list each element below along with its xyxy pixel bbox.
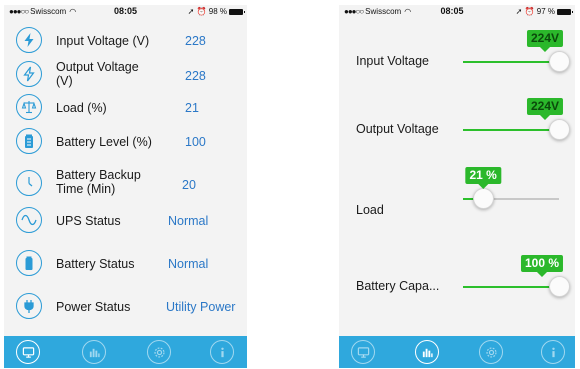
info-icon [220,347,224,357]
value-badge: 224V [526,30,564,52]
tab-charts[interactable] [415,340,439,364]
list-item-battery-level[interactable]: Battery Level (%) 100 [4,126,247,156]
status-bar: ●●●○○ Swisscom ◠ 08:05 ➚ ⏰ 97 % [339,5,575,19]
list-item-value: 21 [185,101,199,115]
list-item-ups-status[interactable]: UPS Status Normal [4,205,247,235]
settings-gear-icon [485,346,497,358]
slider-row-output-voltage: Output Voltage 224V [339,98,575,144]
value-badge: 21 % [465,167,501,189]
balance-scale-icon [16,94,42,120]
slider-label: Output Voltage [356,122,439,136]
slider-fill [463,286,559,288]
list-item-value: 228 [185,69,206,83]
battery-level-icon [16,128,42,154]
slider-knob[interactable] [549,119,570,140]
tab-settings[interactable] [479,340,503,364]
battery-percent: 97 % [536,7,555,16]
location-icon: ➚ [515,7,523,16]
list-item-output-voltage[interactable]: Output Voltage (V) 228 [4,57,247,91]
battery-percent: 98 % [208,7,227,16]
tab-bar [4,336,247,368]
slider-label: Load [356,203,384,217]
tab-charts[interactable] [82,340,106,364]
tab-monitor[interactable] [16,340,40,364]
list-item-label: Output Voltage (V) [56,60,139,88]
list-item-label: Battery Status [56,257,135,271]
slider-row-battery-capacity: Battery Capa... 100 % [339,255,575,301]
slider-row-load: Load 21 % [339,167,575,225]
list-item-battery-backup-time[interactable]: Battery Backup Time (Min) 20 [4,163,247,203]
slider-knob[interactable] [473,188,495,209]
slider-track[interactable]: 224V [463,30,570,72]
power-plug-icon [16,293,42,319]
list-item-label: Battery Level (%) [56,135,152,149]
value-badge: 100 % [520,255,564,277]
slider-track[interactable]: 224V [463,98,570,140]
alarm-icon: ⏰ [196,7,207,16]
slider-fill [463,61,559,63]
list-item-label: Battery Backup Time (Min) [56,168,141,196]
slider-row-input-voltage: Input Voltage 224V [339,30,575,76]
bar-chart-icon [89,348,100,357]
list-item-input-voltage[interactable]: Input Voltage (V) 228 [4,25,247,55]
lightning-bolt-outline-icon [16,61,42,87]
status-bar: ●●●○○ Swisscom ◠ 08:05 ➚ ⏰ 98 % [4,5,247,19]
list-item-label: Input Voltage (V) [56,34,150,48]
slider-track[interactable]: 100 % [463,255,570,297]
battery-status-icon [557,8,573,15]
list-item-label: UPS Status [56,214,121,228]
bar-chart-icon [422,348,433,357]
list-item-power-status[interactable]: Power Status Utility Power [4,291,247,321]
slider-knob[interactable] [549,51,570,72]
info-icon [551,347,555,357]
battery-icon [16,250,42,276]
list-item-value: 20 [182,178,196,192]
clock-icon [16,170,42,196]
status-list-screen: ●●●○○ Swisscom ◠ 08:05 ➚ ⏰ 98 % Input Volt… [4,5,247,368]
list-item-value: Utility Power [166,300,236,314]
tab-info[interactable] [541,340,565,364]
monitor-icon [22,346,34,358]
slider-fill [463,129,559,131]
location-icon: ➚ [187,7,195,16]
gauge-sliders-screen: ●●●○○ Swisscom ◠ 08:05 ➚ ⏰ 97 % Input Volt… [339,5,575,368]
sine-wave-icon [16,207,42,233]
list-item-label: Power Status [56,300,131,314]
tab-bar [339,336,575,368]
battery-status-icon [229,8,245,15]
slider-knob[interactable] [549,276,570,297]
list-item-value: Normal [168,257,209,271]
list-item-value: Normal [168,214,209,228]
alarm-icon: ⏰ [524,7,535,16]
list-item-label: Load (%) [56,101,107,115]
list-item-battery-status[interactable]: Battery Status Normal [4,248,247,278]
slider-track[interactable]: 21 % [463,167,559,209]
slider-label: Battery Capa... [356,279,440,293]
slider-label: Input Voltage [356,54,429,68]
value-badge: 224V [526,98,564,120]
tab-settings[interactable] [147,340,171,364]
tab-info[interactable] [210,340,234,364]
tab-monitor[interactable] [351,340,375,364]
list-item-value: 228 [185,34,206,48]
lightning-bolt-icon [16,27,42,53]
settings-gear-icon [153,346,165,358]
list-item-load[interactable]: Load (%) 21 [4,92,247,122]
monitor-icon [357,346,369,358]
list-item-value: 100 [185,135,206,149]
